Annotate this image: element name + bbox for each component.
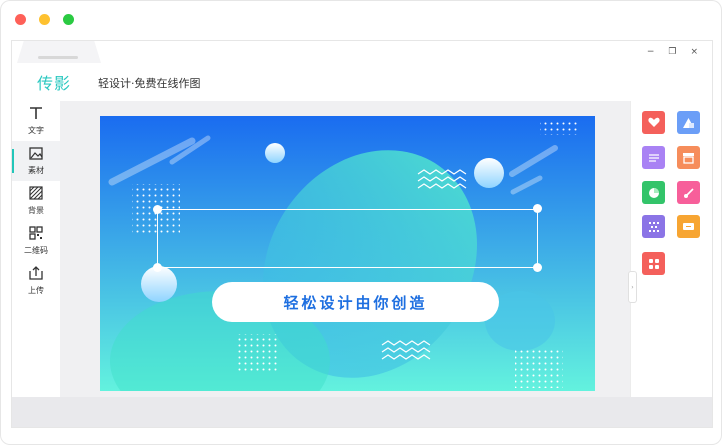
active-tab[interactable]	[17, 41, 101, 63]
sidebar-item-upload[interactable]: 上传	[12, 261, 60, 301]
zoom-window-button[interactable]	[63, 14, 74, 25]
sidebar-item-label: 文字	[28, 126, 44, 135]
background-icon	[29, 186, 43, 203]
sidebar-item-label: 素材	[28, 165, 44, 175]
sidebar-item-background[interactable]: 背景	[12, 181, 60, 221]
bottom-bar	[12, 397, 712, 427]
sidebar-item-text[interactable]: 文字	[12, 101, 60, 141]
close-window-button[interactable]	[15, 14, 26, 25]
qrcode-icon	[29, 226, 43, 243]
left-sidebar: 文字 素材 背景 二维码 上传	[12, 101, 61, 397]
logo[interactable]: 传影	[37, 70, 71, 94]
slogan: 轻设计·免费在线作图	[98, 77, 201, 90]
close-button[interactable]: ×	[690, 47, 698, 57]
restore-button[interactable]: ❐	[668, 47, 676, 57]
selection-box[interactable]	[157, 209, 538, 268]
window-controls: − ❐ ×	[647, 47, 698, 57]
app-window: − ❐ × 传影 轻设计·免费在线作图 文字 素材 背景 二维码 上传 › 轻松…	[0, 0, 722, 445]
sidebar-item-material[interactable]: 素材	[12, 141, 60, 181]
image-icon	[29, 146, 43, 163]
tab-strip: − ❐ ×	[12, 41, 712, 63]
ticket-icon[interactable]	[677, 215, 700, 238]
pattern-icon[interactable]	[642, 215, 665, 238]
sidebar-item-label: 二维码	[24, 246, 48, 255]
banner-text-button[interactable]: 轻松设计由你创造	[212, 282, 499, 322]
shop-icon[interactable]	[677, 146, 700, 169]
text-icon	[29, 106, 43, 123]
grid-icon[interactable]	[642, 252, 665, 275]
lines-icon[interactable]	[642, 146, 665, 169]
brush-icon[interactable]	[677, 181, 700, 204]
heart-icon[interactable]	[642, 111, 665, 134]
traffic-lights	[15, 14, 74, 25]
resize-handle[interactable]	[153, 263, 162, 272]
shapes-icon[interactable]	[677, 111, 700, 134]
resize-handle[interactable]	[533, 263, 542, 272]
upload-icon	[29, 266, 43, 283]
sidebar-item-qrcode[interactable]: 二维码	[12, 221, 60, 261]
minimize-button[interactable]: −	[647, 47, 655, 57]
app-header: 传影 轻设计·免费在线作图	[12, 63, 712, 102]
pie-chart-icon[interactable]	[642, 181, 665, 204]
minimize-window-button[interactable]	[39, 14, 50, 25]
panel-collapse-handle[interactable]: ›	[628, 271, 637, 303]
sidebar-item-label: 背景	[28, 206, 44, 215]
sidebar-item-label: 上传	[28, 286, 44, 295]
resize-handle[interactable]	[533, 204, 542, 213]
tab-placeholder	[38, 56, 78, 59]
right-panel	[630, 101, 712, 397]
resize-handle[interactable]	[153, 205, 162, 214]
